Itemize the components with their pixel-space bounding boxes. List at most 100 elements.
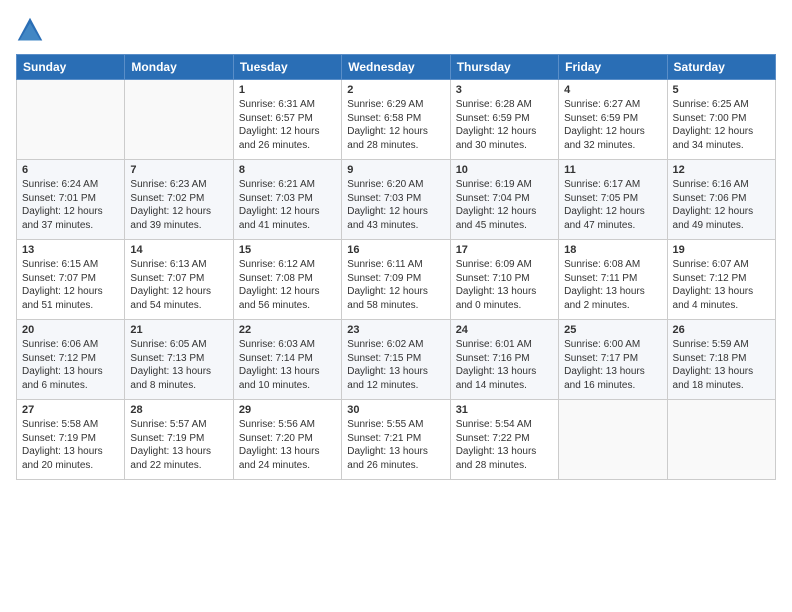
day-cell: 7 Sunrise: 6:23 AM Sunset: 7:02 PM Daylig… bbox=[125, 160, 233, 240]
day-number: 4 bbox=[564, 84, 661, 96]
day-number: 22 bbox=[239, 324, 336, 336]
day-cell: 21 Sunrise: 6:05 AM Sunset: 7:13 PM Dayli… bbox=[125, 320, 233, 400]
day-detail: Sunrise: 6:23 AM Sunset: 7:02 PM Dayligh… bbox=[130, 178, 227, 232]
day-detail: Sunrise: 6:13 AM Sunset: 7:07 PM Dayligh… bbox=[130, 258, 227, 312]
day-detail: Sunrise: 6:31 AM Sunset: 6:57 PM Dayligh… bbox=[239, 98, 336, 152]
day-cell: 15 Sunrise: 6:12 AM Sunset: 7:08 PM Dayli… bbox=[233, 240, 341, 320]
page-header bbox=[16, 16, 776, 44]
day-detail: Sunrise: 6:08 AM Sunset: 7:11 PM Dayligh… bbox=[564, 258, 661, 312]
day-cell: 27Sunrise: 5:58 AM Sunset: 7:19 PM Dayli… bbox=[17, 400, 125, 480]
day-cell: 31Sunrise: 5:54 AM Sunset: 7:22 PM Dayli… bbox=[450, 400, 558, 480]
header-cell-friday: Friday bbox=[559, 55, 667, 80]
day-detail: Sunrise: 6:07 AM Sunset: 7:12 PM Dayligh… bbox=[673, 258, 770, 312]
day-detail: Sunrise: 5:56 AM Sunset: 7:20 PM Dayligh… bbox=[239, 418, 336, 472]
day-cell: 18Sunrise: 6:08 AM Sunset: 7:11 PM Dayli… bbox=[559, 240, 667, 320]
day-cell: 1 Sunrise: 6:31 AM Sunset: 6:57 PM Daylig… bbox=[233, 80, 341, 160]
day-detail: Sunrise: 6:20 AM Sunset: 7:03 PM Dayligh… bbox=[347, 178, 444, 232]
header-cell-thursday: Thursday bbox=[450, 55, 558, 80]
day-number: 16 bbox=[347, 244, 444, 256]
day-number: 5 bbox=[673, 84, 770, 96]
day-detail: Sunrise: 6:16 AM Sunset: 7:06 PM Dayligh… bbox=[673, 178, 770, 232]
day-detail: Sunrise: 6:05 AM Sunset: 7:13 PM Dayligh… bbox=[130, 338, 227, 392]
day-detail: Sunrise: 6:09 AM Sunset: 7:10 PM Dayligh… bbox=[456, 258, 553, 312]
day-number: 15 bbox=[239, 244, 336, 256]
day-detail: Sunrise: 5:55 AM Sunset: 7:21 PM Dayligh… bbox=[347, 418, 444, 472]
day-cell: 25 Sunrise: 6:00 AM Sunset: 7:17 PM Dayli… bbox=[559, 320, 667, 400]
day-detail: Sunrise: 6:02 AM Sunset: 7:15 PM Dayligh… bbox=[347, 338, 444, 392]
day-number: 30 bbox=[347, 404, 444, 416]
day-cell: 9 Sunrise: 6:20 AM Sunset: 7:03 PM Daylig… bbox=[342, 160, 450, 240]
day-cell: 19 Sunrise: 6:07 AM Sunset: 7:12 PM Dayli… bbox=[667, 240, 775, 320]
day-cell: 11Sunrise: 6:17 AM Sunset: 7:05 PM Dayli… bbox=[559, 160, 667, 240]
day-number: 24 bbox=[456, 324, 553, 336]
day-number: 17 bbox=[456, 244, 553, 256]
logo bbox=[16, 16, 48, 44]
day-cell bbox=[125, 80, 233, 160]
day-cell: 29 Sunrise: 5:56 AM Sunset: 7:20 PM Dayli… bbox=[233, 400, 341, 480]
day-detail: Sunrise: 6:12 AM Sunset: 7:08 PM Dayligh… bbox=[239, 258, 336, 312]
day-cell: 16 Sunrise: 6:11 AM Sunset: 7:09 PM Dayli… bbox=[342, 240, 450, 320]
day-detail: Sunrise: 6:28 AM Sunset: 6:59 PM Dayligh… bbox=[456, 98, 553, 152]
day-cell bbox=[17, 80, 125, 160]
day-cell: 6Sunrise: 6:24 AM Sunset: 7:01 PM Daylig… bbox=[17, 160, 125, 240]
day-detail: Sunrise: 6:06 AM Sunset: 7:12 PM Dayligh… bbox=[22, 338, 119, 392]
day-number: 12 bbox=[673, 164, 770, 176]
day-cell: 26 Sunrise: 5:59 AM Sunset: 7:18 PM Dayli… bbox=[667, 320, 775, 400]
day-cell: 23 Sunrise: 6:02 AM Sunset: 7:15 PM Dayli… bbox=[342, 320, 450, 400]
day-cell: 4Sunrise: 6:27 AM Sunset: 6:59 PM Daylig… bbox=[559, 80, 667, 160]
day-number: 2 bbox=[347, 84, 444, 96]
day-number: 31 bbox=[456, 404, 553, 416]
day-number: 7 bbox=[130, 164, 227, 176]
day-number: 29 bbox=[239, 404, 336, 416]
calendar-table: SundayMondayTuesdayWednesdayThursdayFrid… bbox=[16, 54, 776, 480]
day-number: 8 bbox=[239, 164, 336, 176]
day-number: 25 bbox=[564, 324, 661, 336]
day-number: 23 bbox=[347, 324, 444, 336]
day-number: 13 bbox=[22, 244, 119, 256]
day-cell: 3 Sunrise: 6:28 AM Sunset: 6:59 PM Daylig… bbox=[450, 80, 558, 160]
day-cell: 14 Sunrise: 6:13 AM Sunset: 7:07 PM Dayli… bbox=[125, 240, 233, 320]
day-cell: 17 Sunrise: 6:09 AM Sunset: 7:10 PM Dayli… bbox=[450, 240, 558, 320]
week-row-5: 27Sunrise: 5:58 AM Sunset: 7:19 PM Dayli… bbox=[17, 400, 776, 480]
day-number: 19 bbox=[673, 244, 770, 256]
logo-icon bbox=[16, 16, 44, 44]
day-number: 14 bbox=[130, 244, 227, 256]
day-number: 3 bbox=[456, 84, 553, 96]
day-cell: 24 Sunrise: 6:01 AM Sunset: 7:16 PM Dayli… bbox=[450, 320, 558, 400]
header-cell-monday: Monday bbox=[125, 55, 233, 80]
day-detail: Sunrise: 6:24 AM Sunset: 7:01 PM Dayligh… bbox=[22, 178, 119, 232]
week-row-3: 13 Sunrise: 6:15 AM Sunset: 7:07 PM Dayli… bbox=[17, 240, 776, 320]
day-detail: Sunrise: 6:17 AM Sunset: 7:05 PM Dayligh… bbox=[564, 178, 661, 232]
day-detail: Sunrise: 6:01 AM Sunset: 7:16 PM Dayligh… bbox=[456, 338, 553, 392]
day-number: 26 bbox=[673, 324, 770, 336]
day-cell: 10Sunrise: 6:19 AM Sunset: 7:04 PM Dayli… bbox=[450, 160, 558, 240]
day-cell bbox=[667, 400, 775, 480]
day-cell: 8 Sunrise: 6:21 AM Sunset: 7:03 PM Daylig… bbox=[233, 160, 341, 240]
day-detail: Sunrise: 6:15 AM Sunset: 7:07 PM Dayligh… bbox=[22, 258, 119, 312]
day-number: 10 bbox=[456, 164, 553, 176]
header-cell-tuesday: Tuesday bbox=[233, 55, 341, 80]
week-row-2: 6Sunrise: 6:24 AM Sunset: 7:01 PM Daylig… bbox=[17, 160, 776, 240]
header-row: SundayMondayTuesdayWednesdayThursdayFrid… bbox=[17, 55, 776, 80]
day-number: 21 bbox=[130, 324, 227, 336]
day-detail: Sunrise: 6:25 AM Sunset: 7:00 PM Dayligh… bbox=[673, 98, 770, 152]
day-detail: Sunrise: 5:59 AM Sunset: 7:18 PM Dayligh… bbox=[673, 338, 770, 392]
day-cell: 12 Sunrise: 6:16 AM Sunset: 7:06 PM Dayli… bbox=[667, 160, 775, 240]
calendar-body: 1 Sunrise: 6:31 AM Sunset: 6:57 PM Daylig… bbox=[17, 80, 776, 480]
day-detail: Sunrise: 6:00 AM Sunset: 7:17 PM Dayligh… bbox=[564, 338, 661, 392]
day-cell: 20Sunrise: 6:06 AM Sunset: 7:12 PM Dayli… bbox=[17, 320, 125, 400]
day-cell: 30 Sunrise: 5:55 AM Sunset: 7:21 PM Dayli… bbox=[342, 400, 450, 480]
day-number: 1 bbox=[239, 84, 336, 96]
day-cell: 28 Sunrise: 5:57 AM Sunset: 7:19 PM Dayli… bbox=[125, 400, 233, 480]
day-cell: 22Sunrise: 6:03 AM Sunset: 7:14 PM Dayli… bbox=[233, 320, 341, 400]
header-cell-saturday: Saturday bbox=[667, 55, 775, 80]
day-number: 9 bbox=[347, 164, 444, 176]
week-row-1: 1 Sunrise: 6:31 AM Sunset: 6:57 PM Daylig… bbox=[17, 80, 776, 160]
day-detail: Sunrise: 6:21 AM Sunset: 7:03 PM Dayligh… bbox=[239, 178, 336, 232]
day-number: 27 bbox=[22, 404, 119, 416]
day-cell: 13 Sunrise: 6:15 AM Sunset: 7:07 PM Dayli… bbox=[17, 240, 125, 320]
day-number: 28 bbox=[130, 404, 227, 416]
day-detail: Sunrise: 6:11 AM Sunset: 7:09 PM Dayligh… bbox=[347, 258, 444, 312]
day-detail: Sunrise: 5:57 AM Sunset: 7:19 PM Dayligh… bbox=[130, 418, 227, 472]
header-cell-wednesday: Wednesday bbox=[342, 55, 450, 80]
